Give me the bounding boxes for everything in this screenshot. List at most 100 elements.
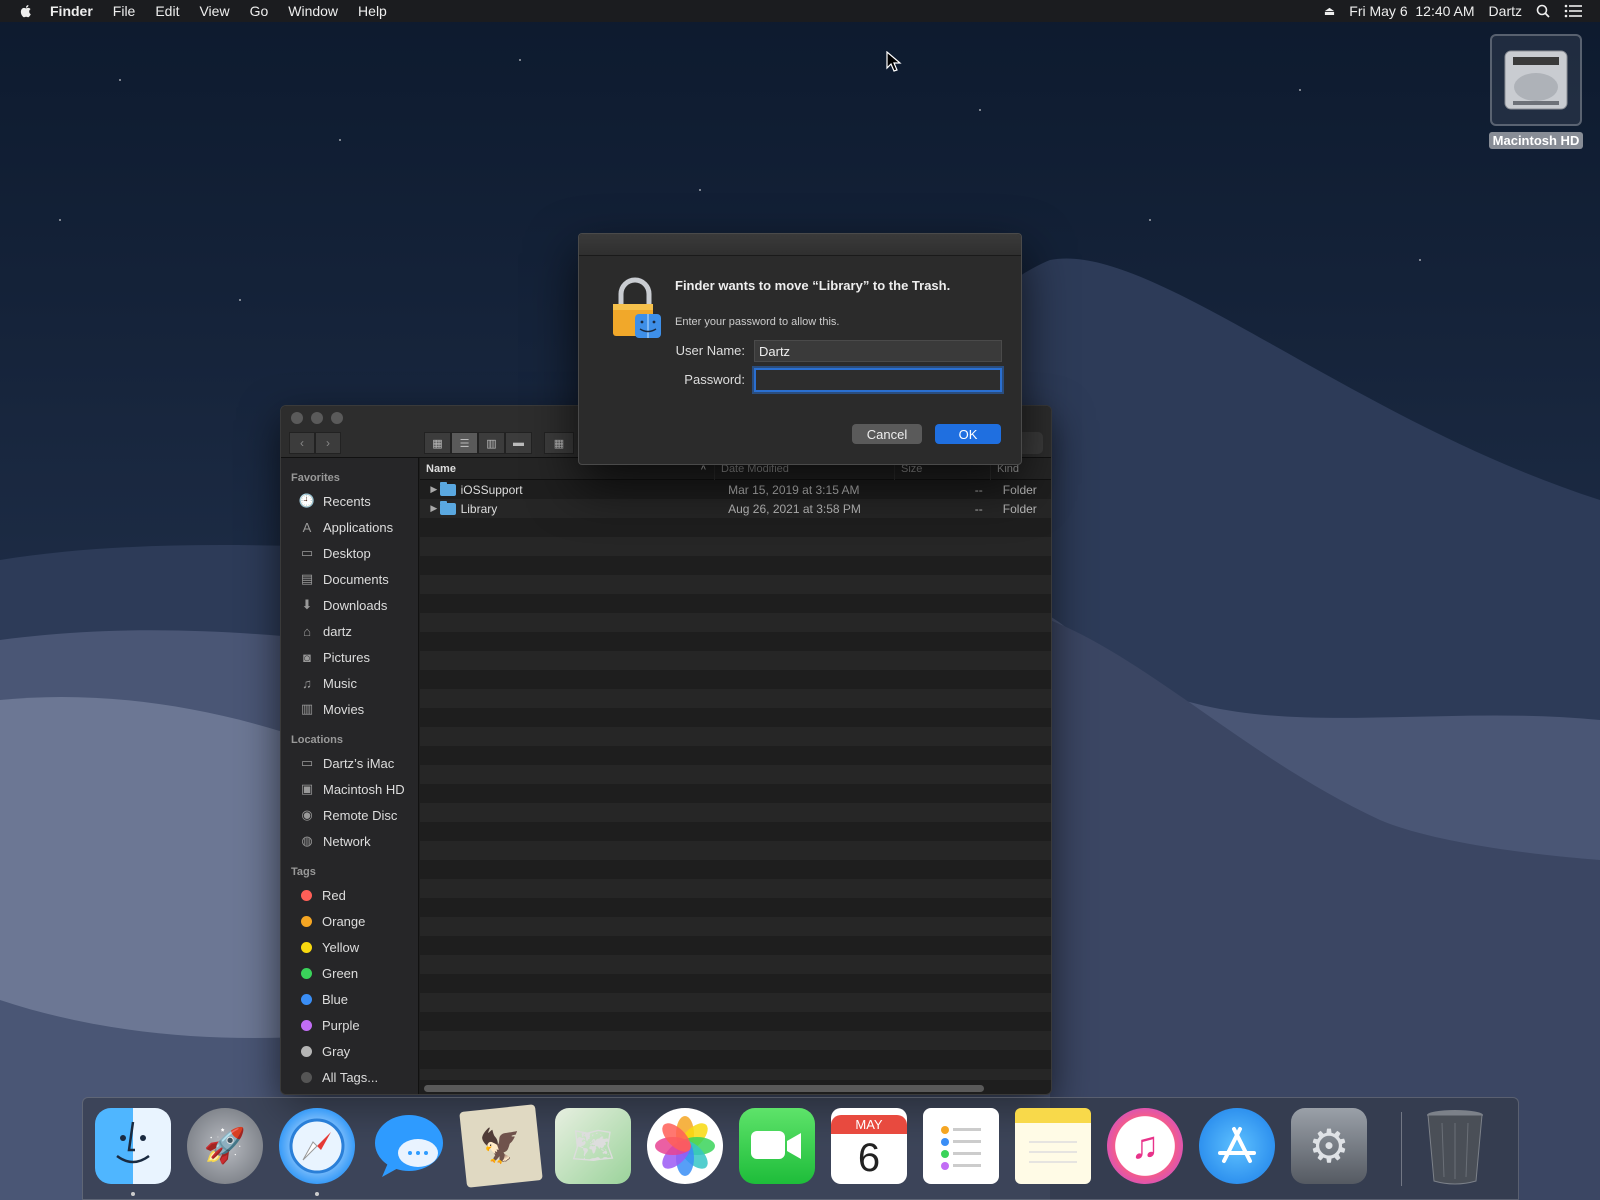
sidebar-item-documents[interactable]: ▤ Documents <box>281 566 418 592</box>
minimize-button[interactable] <box>311 412 323 424</box>
dialog-heading: Finder wants to move “Library” to the Tr… <box>675 278 951 293</box>
sidebar-item-home[interactable]: ⌂ dartz <box>281 618 418 644</box>
zoom-button[interactable] <box>331 412 343 424</box>
download-icon: ⬇ <box>301 597 313 612</box>
menu-help[interactable]: Help <box>348 3 397 19</box>
dock-system-preferences[interactable]: ⚙ <box>1291 1108 1367 1184</box>
sidebar-item-music[interactable]: ♫ Music <box>281 670 418 696</box>
menubar-clock[interactable]: Fri May 6 12:40 AM <box>1349 3 1474 19</box>
close-button[interactable] <box>291 412 303 424</box>
back-button[interactable]: ‹ <box>289 432 315 454</box>
sidebar-item-desktop[interactable]: ▭ Desktop <box>281 540 418 566</box>
sidebar-tag-purple[interactable]: Purple <box>281 1012 418 1038</box>
running-indicator <box>315 1192 319 1196</box>
sidebar-item-label: Red <box>322 887 346 903</box>
username-label: User Name: <box>675 343 745 358</box>
hard-drive-icon <box>1490 34 1582 126</box>
network-icon: ◍ <box>301 833 313 848</box>
username-field[interactable] <box>754 340 1002 362</box>
table-row[interactable]: ▶ Library Aug 26, 2021 at 3:58 PM -- Fol… <box>420 499 1051 518</box>
forward-button[interactable]: › <box>315 432 341 454</box>
horizontal-scrollbar[interactable] <box>424 1085 984 1092</box>
group-button[interactable]: ▦ <box>544 432 574 454</box>
dock-app-store[interactable] <box>1199 1108 1275 1184</box>
menu-app-finder[interactable]: Finder <box>40 3 103 19</box>
sidebar-section-tags: Tags <box>291 866 316 878</box>
sidebar-tag-orange[interactable]: Orange <box>281 908 418 934</box>
dock-launchpad[interactable]: 🚀 <box>187 1108 263 1184</box>
dock-messages[interactable] <box>371 1108 447 1184</box>
password-field[interactable] <box>754 368 1002 392</box>
dock-trash[interactable] <box>1417 1108 1493 1185</box>
menu-view[interactable]: View <box>189 3 239 19</box>
column-view-button[interactable]: ▥ <box>478 432 505 454</box>
sidebar-item-macintosh-hd[interactable]: ▣ Macintosh HD <box>281 776 418 802</box>
disk-icon: ▣ <box>300 781 314 796</box>
file-name: iOSSupport <box>460 482 523 497</box>
sidebar-item-label: Downloads <box>323 597 388 613</box>
finder-sidebar: Favorites 🕘 Recents A Applications ▭ Deskto… <box>281 458 419 1094</box>
menu-window[interactable]: Window <box>278 3 348 19</box>
gallery-view-button[interactable]: ▬ <box>505 432 532 454</box>
dock-finder[interactable] <box>95 1108 171 1184</box>
menu-edit[interactable]: Edit <box>145 3 189 19</box>
spotlight-search-icon[interactable] <box>1536 4 1550 18</box>
dock-facetime[interactable] <box>739 1108 815 1184</box>
disclosure-triangle-icon[interactable]: ▶ <box>420 503 440 514</box>
ok-button[interactable]: OK <box>935 424 1001 444</box>
sidebar-tag-red[interactable]: Red <box>281 882 418 908</box>
tag-dot-icon <box>301 889 312 901</box>
sidebar-item-network[interactable]: ◍ Network <box>281 828 418 854</box>
sidebar-item-remote-disc[interactable]: ◉ Remote Disc <box>281 802 418 828</box>
dock-itunes[interactable]: ♫ <box>1107 1108 1183 1184</box>
menu-go[interactable]: Go <box>240 3 279 19</box>
dock-photos[interactable] <box>647 1108 723 1184</box>
desktop-drive-macintosh-hd[interactable]: Macintosh HD <box>1486 34 1586 154</box>
menubar-user[interactable]: Dartz <box>1489 3 1522 19</box>
dock-calendar[interactable]: MAY 6 <box>831 1108 907 1184</box>
file-name: Library <box>460 501 498 516</box>
sidebar-item-downloads[interactable]: ⬇ Downloads <box>281 592 418 618</box>
dock-safari[interactable] <box>279 1108 355 1184</box>
sidebar-tag-green[interactable]: Green <box>281 960 418 986</box>
dock-reminders[interactable] <box>923 1108 999 1184</box>
authentication-dialog: Finder wants to move “Library” to the Tr… <box>578 233 1022 465</box>
tag-dot-icon <box>301 993 312 1005</box>
eject-icon[interactable]: ⏏ <box>1324 4 1335 18</box>
icon-view-button[interactable]: ▦ <box>424 432 451 454</box>
tag-dot-icon <box>301 941 312 953</box>
dock-notes[interactable] <box>1015 1108 1091 1184</box>
document-icon: ▤ <box>300 571 314 586</box>
photos-flower-icon <box>655 1116 715 1176</box>
apple-icon[interactable] <box>18 3 34 19</box>
sidebar-item-label: Documents <box>323 571 389 587</box>
table-row[interactable]: ▶ iOSSupport Mar 15, 2019 at 3:15 AM -- … <box>420 480 1051 499</box>
music-note-icon: ♫ <box>1130 1124 1160 1167</box>
dock: 🚀 🦅 🗺 MAY 6 ♫ ⚙ <box>82 1097 1519 1200</box>
sidebar-item-pictures[interactable]: ◙ Pictures <box>281 644 418 670</box>
sidebar-item-label: Orange <box>322 913 366 929</box>
gear-icon: ⚙ <box>1308 1120 1350 1172</box>
sidebar-tag-gray[interactable]: Gray <box>281 1038 418 1064</box>
sidebar-item-applications[interactable]: A Applications <box>281 514 418 540</box>
disclosure-triangle-icon[interactable]: ▶ <box>420 484 440 495</box>
file-size: -- <box>974 501 983 516</box>
menu-file[interactable]: File <box>103 3 146 19</box>
sidebar-tag-yellow[interactable]: Yellow <box>281 934 418 960</box>
sidebar-item-recents[interactable]: 🕘 Recents <box>281 488 418 514</box>
camera-icon: ◙ <box>303 649 311 665</box>
sidebar-item-imac[interactable]: ▭ Dartz’s iMac <box>281 750 418 776</box>
message-bubble-icon <box>375 1115 443 1177</box>
sidebar-item-movies[interactable]: ▥ Movies <box>281 696 418 722</box>
gallery-icon: ▬ <box>513 437 524 449</box>
menu-bar: Finder File Edit View Go Window Help ⏏ F… <box>0 0 1600 22</box>
sidebar-tag-all[interactable]: All Tags... <box>281 1064 418 1090</box>
list-view-button[interactable]: ☰ <box>451 432 478 454</box>
sidebar-item-label: Gray <box>322 1043 351 1059</box>
cancel-button[interactable]: Cancel <box>852 424 922 444</box>
notification-center-icon[interactable] <box>1564 4 1582 18</box>
sidebar-item-label: Movies <box>323 701 365 717</box>
dock-maps[interactable]: 🗺 <box>555 1108 631 1184</box>
dock-mail[interactable]: 🦅 <box>459 1104 543 1188</box>
sidebar-tag-blue[interactable]: Blue <box>281 986 418 1012</box>
